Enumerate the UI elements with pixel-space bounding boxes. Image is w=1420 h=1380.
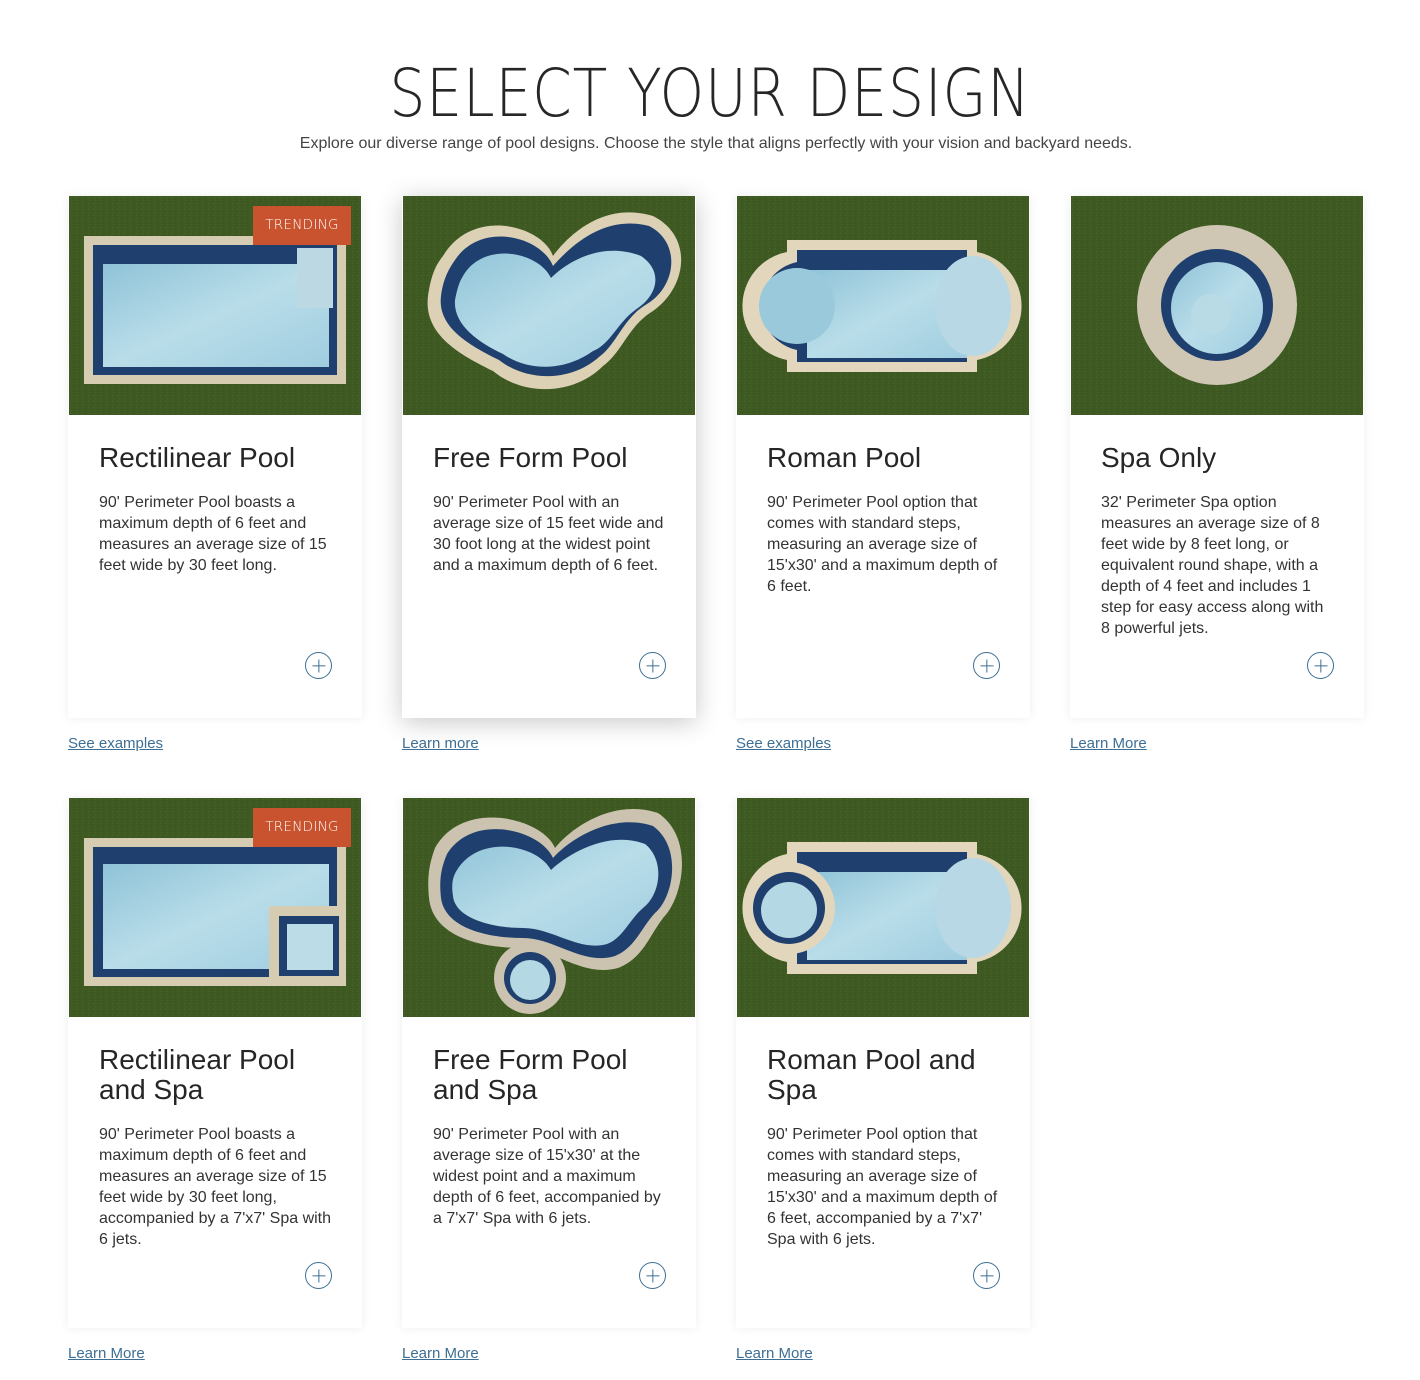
card-description: 32' Perimeter Spa option measures an ave… [1101, 494, 1324, 637]
spa-only-image [1071, 196, 1363, 415]
design-card-rectilinear-spa[interactable]: TRENDING Rectilinear Pool and Spa 90' Pe… [68, 798, 362, 1362]
card-title: Spa Only [1101, 442, 1217, 473]
design-card-free-form[interactable]: Free Form Pool 90' Perimeter Pool with a… [402, 196, 696, 752]
rectilinear-pool-image: TRENDING [69, 196, 361, 415]
card-title: Roman Pool [767, 442, 922, 473]
card-title: Rectilinear Pool and Spa [99, 1044, 296, 1105]
free-form-pool-image [403, 196, 695, 415]
learn-more-link[interactable]: Learn More [736, 1345, 813, 1363]
plus-circle-icon[interactable] [305, 652, 332, 679]
roman-pool-image [737, 196, 1029, 415]
plus-circle-icon[interactable] [1307, 652, 1334, 679]
trending-badge: TRENDING [253, 808, 351, 847]
card-description: 90' Perimeter Pool with an average size … [433, 494, 664, 574]
card-description: 90' Perimeter Pool with an average size … [433, 1126, 661, 1227]
design-card-roman-spa[interactable]: Roman Pool and Spa 90' Perimeter Pool op… [736, 798, 1030, 1362]
free-form-pool-spa-image [403, 798, 695, 1017]
card-description: 90' Perimeter Pool boasts a maximum dept… [99, 494, 327, 574]
plus-circle-icon[interactable] [305, 1262, 332, 1289]
card-title: Free Form Pool and Spa [433, 1044, 628, 1105]
card-description: 90' Perimeter Pool boasts a maximum dept… [99, 1126, 332, 1248]
roman-pool-spa-image [737, 798, 1029, 1017]
card-title: Roman Pool and Spa [767, 1044, 976, 1105]
rectilinear-pool-spa-image: TRENDING [69, 798, 361, 1017]
card-description: 90' Perimeter Pool option that comes wit… [767, 1126, 998, 1248]
learn-more-link[interactable]: Learn More [68, 1345, 145, 1363]
plus-circle-icon[interactable] [639, 1262, 666, 1289]
design-card-roman[interactable]: Roman Pool 90' Perimeter Pool option tha… [736, 196, 1030, 752]
page-subtitle: Explore our diverse range of pool design… [299, 135, 1133, 152]
plus-circle-icon[interactable] [973, 1262, 1000, 1289]
see-examples-link[interactable]: See examples [736, 735, 831, 753]
card-title: Rectilinear Pool [99, 442, 296, 473]
learn-more-link[interactable]: Learn more [402, 735, 479, 753]
learn-more-link[interactable]: Learn More [402, 1345, 479, 1363]
learn-more-link[interactable]: Learn More [1070, 735, 1147, 753]
plus-circle-icon[interactable] [639, 652, 666, 679]
see-examples-link[interactable]: See examples [68, 735, 163, 753]
page-title: SELECT YOUR DESIGN [389, 55, 1031, 132]
trending-badge: TRENDING [253, 206, 351, 245]
design-card-free-form-spa[interactable]: Free Form Pool and Spa 90' Perimeter Poo… [402, 798, 696, 1362]
design-card-spa-only[interactable]: Spa Only 32' Perimeter Spa option measur… [1070, 196, 1364, 752]
plus-circle-icon[interactable] [973, 652, 1000, 679]
card-title: Free Form Pool [433, 442, 628, 473]
design-card-rectilinear[interactable]: TRENDING Rectilinear Pool 90' Perimeter … [68, 196, 362, 752]
card-description: 90' Perimeter Pool option that comes wit… [767, 494, 998, 595]
